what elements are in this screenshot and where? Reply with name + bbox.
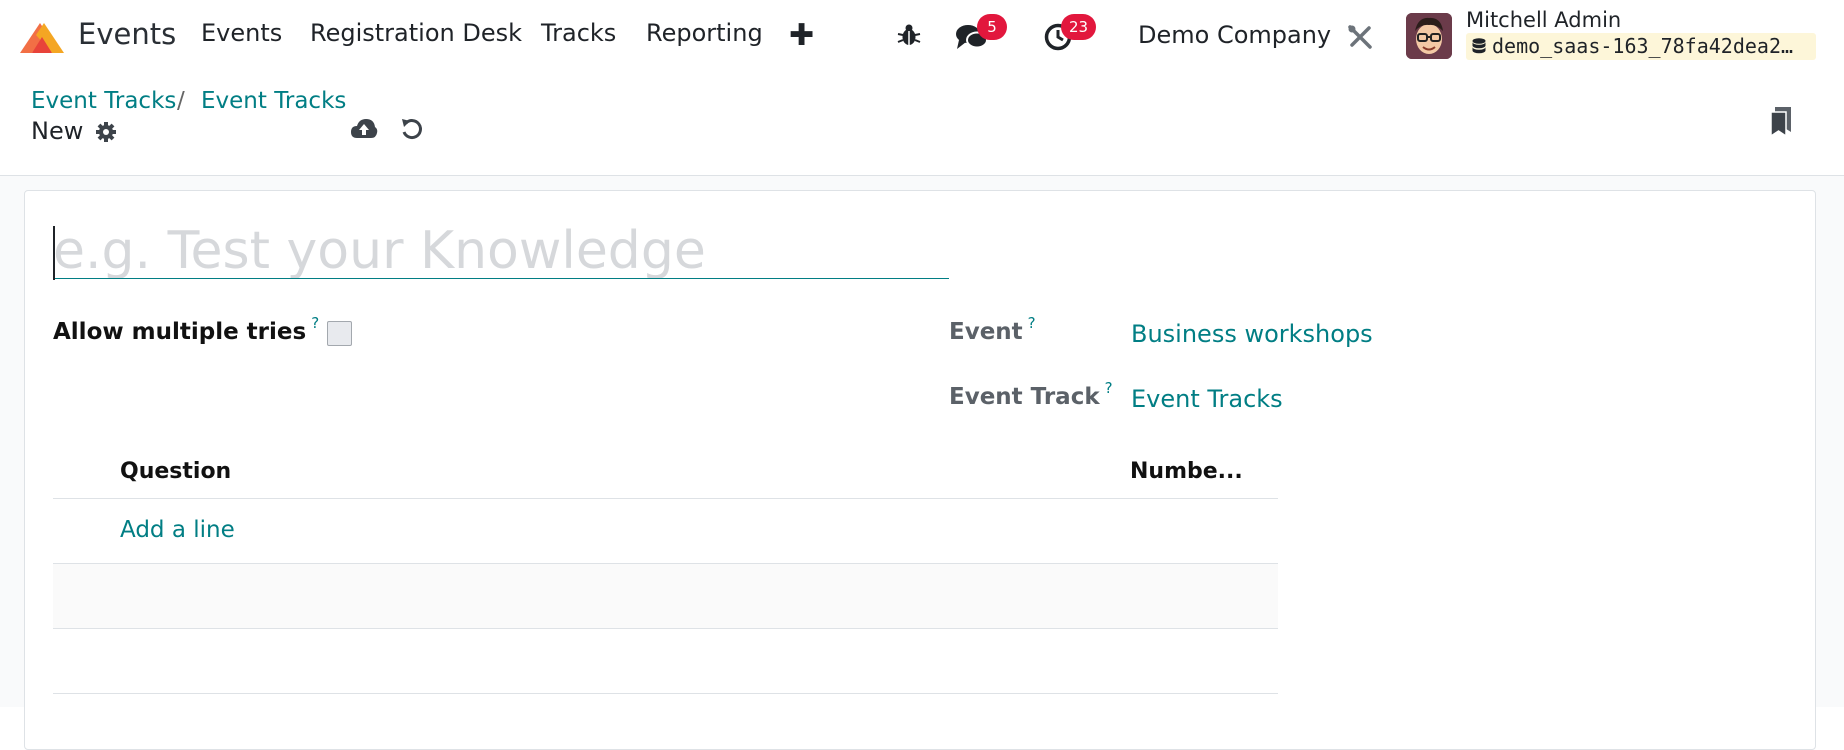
column-question[interactable]: Question (120, 459, 231, 484)
form-view: Allow multiple tries? Event? Business wo… (0, 176, 1844, 750)
menu-tracks[interactable]: Tracks (541, 19, 616, 47)
user-name[interactable]: Mitchell Admin (1466, 8, 1621, 32)
tools-icon[interactable] (1347, 24, 1373, 50)
quiz-title-input[interactable] (53, 223, 949, 279)
bookmark-icon[interactable] (1769, 105, 1793, 137)
activities-badge: 23 (1061, 14, 1097, 40)
menu-events[interactable]: Events (201, 19, 282, 47)
help-icon[interactable]: ? (1028, 314, 1036, 332)
event-field[interactable]: Business workshops (1131, 320, 1373, 348)
gear-icon[interactable] (95, 121, 117, 143)
avatar[interactable] (1406, 13, 1452, 59)
allow-multiple-tries-label: Allow multiple tries? (53, 314, 320, 345)
list-item: Add a line (53, 499, 1278, 564)
allow-multiple-tries-checkbox[interactable] (327, 321, 352, 346)
database-icon (1472, 38, 1486, 54)
record-name: New (31, 117, 84, 145)
add-line-button[interactable]: Add a line (120, 517, 235, 543)
event-label: Event? (949, 314, 1036, 345)
breadcrumb-event-tracks-1[interactable]: Event Tracks (31, 88, 176, 114)
column-number[interactable]: Numbe... (1130, 459, 1243, 484)
breadcrumb-event-tracks-2[interactable]: Event Tracks (201, 88, 346, 114)
control-panel: Event Tracks / Event Tracks New (0, 74, 1844, 176)
form-sheet: Allow multiple tries? Event? Business wo… (24, 190, 1816, 750)
cloud-upload-icon[interactable] (350, 117, 378, 141)
bug-icon[interactable] (897, 23, 921, 47)
questions-list: Question Numbe... Add a line (53, 449, 1278, 694)
messages-badge: 5 (977, 14, 1007, 40)
list-item (53, 564, 1278, 629)
list-item (53, 629, 1278, 694)
list-header: Question Numbe... (53, 449, 1278, 499)
menu-reporting[interactable]: Reporting (646, 19, 763, 47)
top-navbar: Events Events Registration Desk Tracks R… (0, 0, 1844, 74)
text-cursor (53, 226, 55, 280)
database-tag: demo_saas-163_78fa42dea2… (1466, 33, 1816, 60)
menu-registration-desk[interactable]: Registration Desk (310, 19, 522, 47)
help-icon[interactable]: ? (311, 314, 319, 332)
discard-icon[interactable] (400, 117, 424, 141)
event-track-label: Event Track? (949, 379, 1113, 410)
app-name[interactable]: Events (78, 17, 176, 51)
odoo-logo-icon[interactable] (18, 19, 66, 55)
breadcrumb-separator: / (177, 88, 185, 114)
event-track-field[interactable]: Event Tracks (1131, 385, 1283, 413)
quick-create-button[interactable]: ✚ (789, 18, 814, 53)
company-switcher[interactable]: Demo Company (1138, 21, 1331, 49)
help-icon[interactable]: ? (1105, 379, 1113, 397)
database-name: demo_saas-163_78fa42dea2… (1492, 34, 1794, 58)
